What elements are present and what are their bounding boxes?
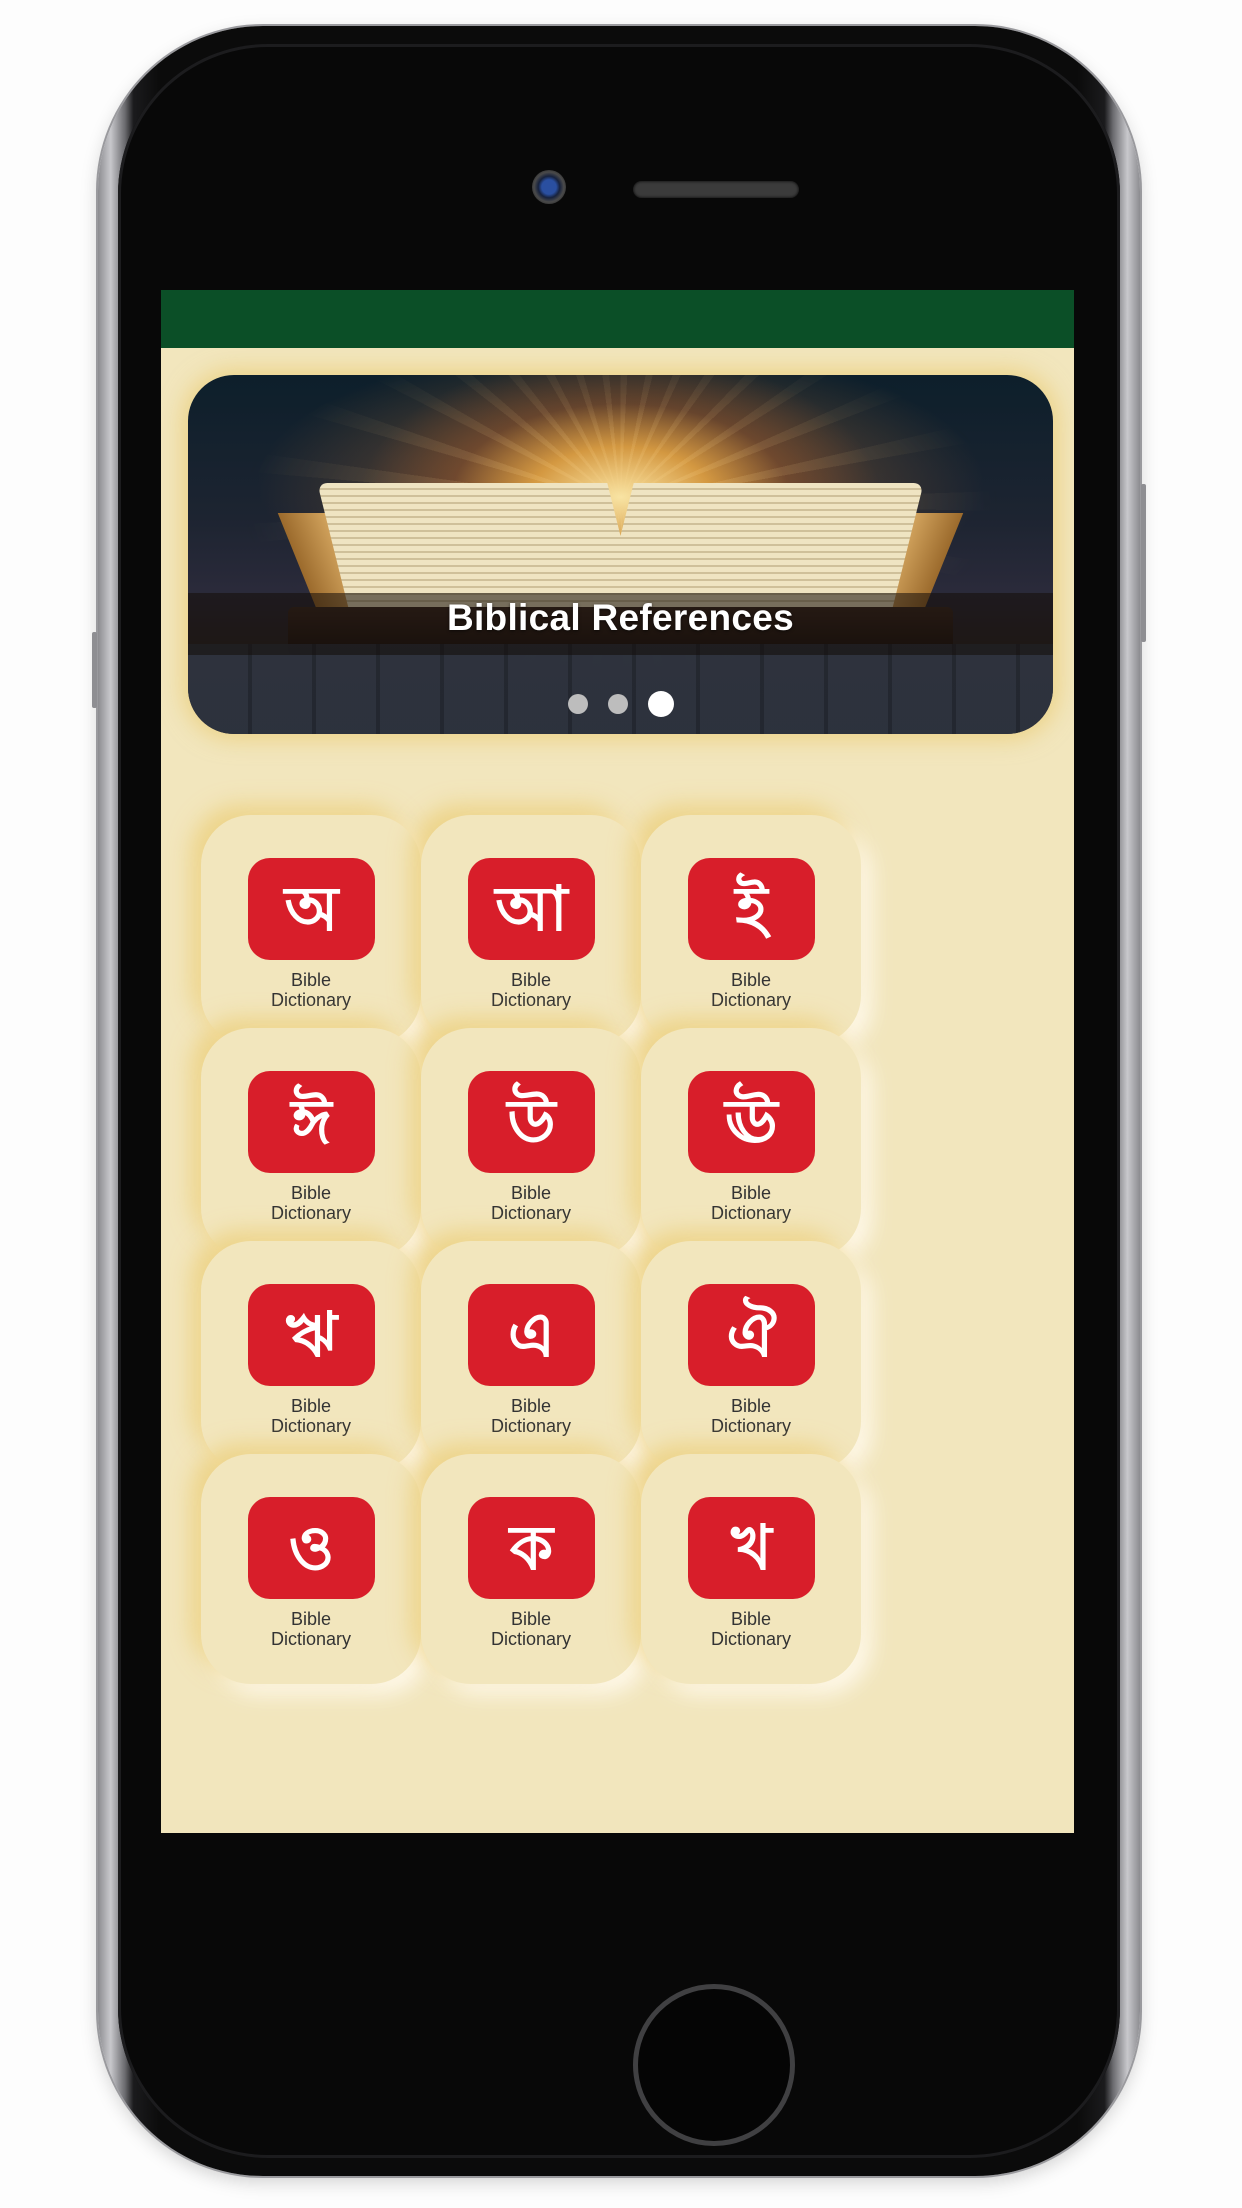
card-label-line1: Bible: [730, 970, 772, 990]
card-label: Bible Dictionary: [421, 1396, 641, 1436]
dictionary-letter-card[interactable]: এ Bible Dictionary: [421, 1241, 641, 1471]
letter-tile-icon: ঊ: [688, 1071, 815, 1173]
card-label: Bible Dictionary: [421, 970, 641, 1010]
banner-slide[interactable]: Biblical References: [188, 375, 1053, 734]
carousel-indicator: [188, 691, 1053, 717]
card-label-line2: Dictionary: [270, 1203, 352, 1223]
card-label-line2: Dictionary: [710, 1416, 792, 1436]
app-bar: [161, 290, 1074, 348]
card-label: Bible Dictionary: [201, 1396, 421, 1436]
card-label-line2: Dictionary: [710, 1203, 792, 1223]
card-label: Bible Dictionary: [641, 1396, 861, 1436]
letter-tile-icon: ঐ: [688, 1284, 815, 1386]
banner-caption: Biblical References: [446, 597, 795, 638]
card-label-line1: Bible: [510, 1609, 552, 1629]
dictionary-letter-card[interactable]: ঋ Bible Dictionary: [201, 1241, 421, 1471]
card-label-line2: Dictionary: [270, 990, 352, 1010]
card-label-line1: Bible: [510, 1183, 552, 1203]
card-label-line2: Dictionary: [270, 1416, 352, 1436]
scroll-content[interactable]: Biblical References অ Bible Dictionary আ Bib…: [161, 348, 1074, 1810]
letter-tile-icon: এ: [468, 1284, 595, 1386]
card-label-line1: Bible: [290, 1396, 332, 1416]
card-label-line2: Dictionary: [490, 990, 572, 1010]
banner-carousel[interactable]: Biblical References: [188, 375, 1053, 734]
card-label-line1: Bible: [510, 970, 552, 990]
letter-tile-icon: অ: [248, 858, 375, 960]
card-label-line2: Dictionary: [270, 1629, 352, 1649]
speaker-grille: [633, 181, 799, 198]
card-label-line1: Bible: [290, 1609, 332, 1629]
card-label-line1: Bible: [730, 1183, 772, 1203]
card-label: Bible Dictionary: [201, 970, 421, 1010]
carousel-dot[interactable]: [607, 694, 628, 714]
card-label-line1: Bible: [290, 1183, 332, 1203]
wooden-table: [188, 644, 1053, 734]
card-label: Bible Dictionary: [421, 1183, 641, 1223]
dictionary-letter-card[interactable]: ও Bible Dictionary: [201, 1454, 421, 1684]
app-screen: Biblical References অ Bible Dictionary আ Bib…: [161, 290, 1074, 1833]
front-camera-icon: [532, 170, 566, 204]
letter-tile-icon: ঋ: [248, 1284, 375, 1386]
dictionary-letter-card[interactable]: ঐ Bible Dictionary: [641, 1241, 861, 1471]
carousel-dot[interactable]: [567, 694, 588, 714]
card-label-line2: Dictionary: [710, 990, 792, 1010]
card-label: Bible Dictionary: [641, 1609, 861, 1649]
dictionary-letter-card[interactable]: আ Bible Dictionary: [421, 815, 641, 1045]
card-label: Bible Dictionary: [201, 1609, 421, 1649]
letter-tile-icon: উ: [468, 1071, 595, 1173]
card-label-line1: Bible: [730, 1609, 772, 1629]
card-label-line1: Bible: [290, 970, 332, 990]
card-label-line1: Bible: [510, 1396, 552, 1416]
letter-tile-icon: ঈ: [248, 1071, 375, 1173]
card-label: Bible Dictionary: [201, 1183, 421, 1223]
card-label: Bible Dictionary: [641, 970, 861, 1010]
letter-tile-icon: ই: [688, 858, 815, 960]
letter-tile-icon: খ: [688, 1497, 815, 1599]
card-label-line2: Dictionary: [490, 1203, 572, 1223]
card-label-line2: Dictionary: [490, 1629, 572, 1649]
letter-tile-icon: ও: [248, 1497, 375, 1599]
dictionary-letter-card[interactable]: ঊ Bible Dictionary: [641, 1028, 861, 1258]
card-label: Bible Dictionary: [641, 1183, 861, 1223]
power-button: [1141, 484, 1146, 642]
dictionary-letter-card[interactable]: ক Bible Dictionary: [421, 1454, 641, 1684]
letter-tile-icon: আ: [468, 858, 595, 960]
letter-tile-icon: ক: [468, 1497, 595, 1599]
dictionary-letter-card[interactable]: অ Bible Dictionary: [201, 815, 421, 1045]
home-button[interactable]: [633, 1984, 795, 2146]
dictionary-letter-card[interactable]: ই Bible Dictionary: [641, 815, 861, 1045]
card-label-line2: Dictionary: [490, 1416, 572, 1436]
volume-button: [92, 632, 97, 708]
carousel-dot-active[interactable]: [647, 691, 674, 717]
card-label: Bible Dictionary: [421, 1609, 641, 1649]
card-label-line2: Dictionary: [710, 1629, 792, 1649]
card-label-line1: Bible: [730, 1396, 772, 1416]
dictionary-letter-card[interactable]: উ Bible Dictionary: [421, 1028, 641, 1258]
dictionary-letter-card[interactable]: ঈ Bible Dictionary: [201, 1028, 421, 1258]
dictionary-letter-card[interactable]: খ Bible Dictionary: [641, 1454, 861, 1684]
